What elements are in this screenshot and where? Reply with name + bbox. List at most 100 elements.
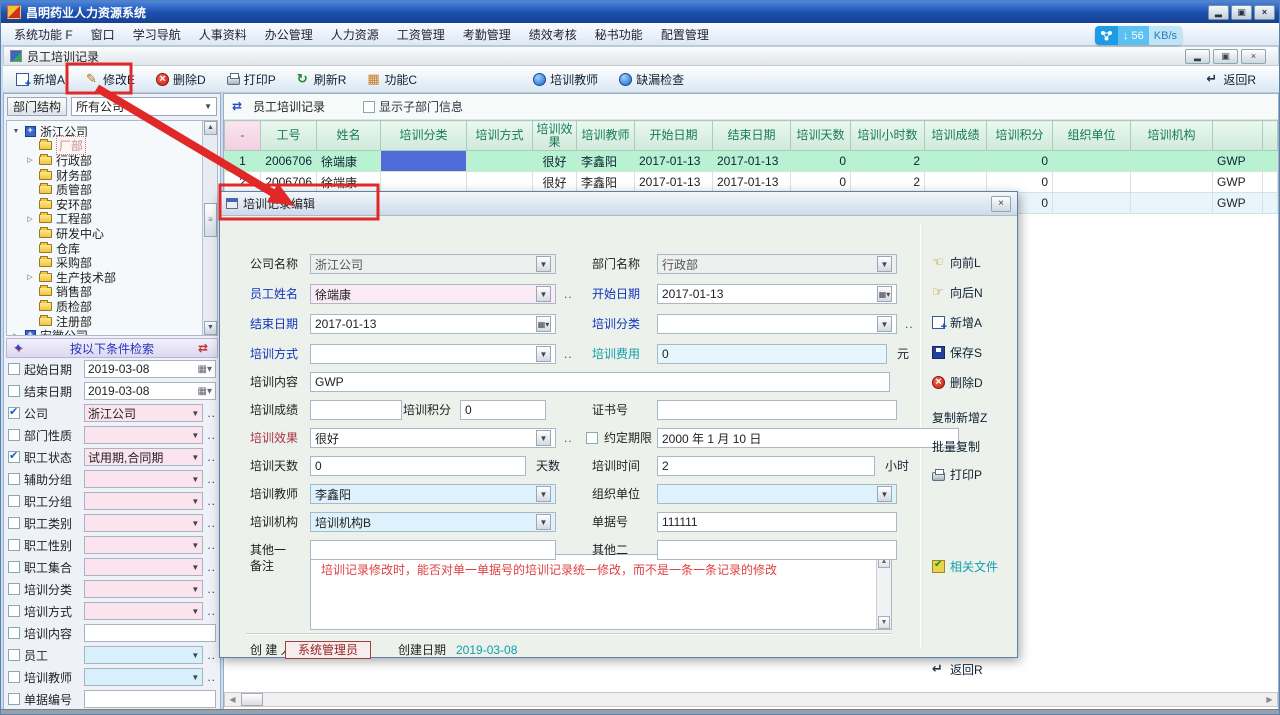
tree-item[interactable]: 注册部 [11,314,217,329]
more-icon[interactable]: .. [207,450,216,464]
search-checkbox[interactable] [8,627,20,639]
search-checkbox[interactable] [8,429,20,441]
table-cell[interactable]: 2 [851,172,925,193]
search-checkbox[interactable] [8,385,20,397]
search-checkbox[interactable] [8,693,20,705]
table-cell[interactable]: GWP [1213,193,1263,214]
table-cell[interactable]: 2006706 [261,151,317,172]
dlg-cert-field[interactable] [657,400,897,420]
more-icon[interactable]: .. [564,428,573,448]
search-checkbox[interactable] [8,539,20,551]
scrollbar-thumb[interactable]: ≡ [204,203,217,237]
dlg-docno-field[interactable]: 111111 [657,512,897,532]
dialog-file-button[interactable]: 相关文件 [932,558,998,575]
table-cell[interactable]: 很好 [533,172,577,193]
dlg-days-field[interactable]: 0 [310,456,526,476]
search-checkbox[interactable] [8,495,20,507]
dialog-back-button[interactable]: 返回R [932,661,983,678]
toolbar-refresh-button[interactable]: 刷新R [294,69,350,90]
search-field[interactable]: ▼ [84,492,203,510]
toolbar-delete-button[interactable]: 删除D [153,69,209,90]
tree-expander-icon[interactable]: ▷ [25,215,35,223]
chevron-down-icon[interactable]: ▼ [877,486,892,502]
dialog-checkbox[interactable] [586,432,598,444]
search-checkbox[interactable] [8,649,20,661]
more-icon[interactable]: .. [207,670,216,684]
search-checkbox[interactable] [8,473,20,485]
table-cell[interactable] [925,151,987,172]
dlg-hours-field[interactable]: 2 [657,456,875,476]
tree-item[interactable]: 质管部 [11,182,217,197]
search-field[interactable]: ▼ [84,602,203,620]
column-header[interactable]: 培训效果 [533,121,577,151]
search-checkbox[interactable] [8,451,20,463]
table-cell[interactable]: 很好 [533,151,577,172]
more-icon[interactable]: .. [905,314,914,334]
search-field[interactable]: 试用期,合同期▼ [84,448,203,466]
dialog-hand-right-button[interactable]: 向后N [932,284,983,301]
search-field[interactable] [84,624,216,642]
show-sub-dept-checkbox[interactable] [363,101,375,113]
search-field[interactable]: ▼ [84,470,203,488]
table-cell[interactable]: 2017-01-13 [713,172,791,193]
tree-item[interactable]: 质检部 [11,299,217,314]
column-header[interactable]: 组织单位 [1053,121,1131,151]
table-cell[interactable]: 李鑫阳 [577,172,635,193]
column-header[interactable]: 培训小时数 [851,121,925,151]
tree-root-item[interactable]: ▷安徽公司 [11,328,217,336]
tree-item[interactable]: 销售部 [11,285,217,300]
tree-expander-icon[interactable]: ▷ [11,332,21,336]
calendar-icon[interactable]: ▦▾ [536,316,551,332]
table-cell[interactable]: 徐端康 [317,172,381,193]
dlg-end-field[interactable]: 2017-01-13▦▾ [310,314,556,334]
dialog-doc-new-button[interactable]: 新增A [932,314,982,331]
dlg-category-field[interactable]: ▼ [657,314,897,334]
menu-item[interactable]: 考勤管理 [454,24,520,45]
column-header[interactable]: 培训方式 [467,121,533,151]
more-icon[interactable]: .. [207,648,216,662]
search-field[interactable]: ▼ [84,536,203,554]
table-cell[interactable]: 李鑫阳 [577,151,635,172]
dlg-score-field[interactable] [310,400,402,420]
scroll-down-icon[interactable]: ▼ [204,321,217,335]
menu-item[interactable]: 人力资源 [322,24,388,45]
table-cell[interactable]: 2017-01-13 [635,151,713,172]
chevron-down-icon[interactable]: ▼ [536,346,551,362]
search-field[interactable]: ▼ [84,646,203,664]
app-maximize-button[interactable]: ▣ [1231,5,1252,20]
tree-item[interactable]: 研发中心 [11,226,217,241]
menu-item[interactable]: 工资管理 [388,24,454,45]
search-field[interactable]: ▼ [84,668,203,686]
table-cell[interactable]: 徐端康 [317,151,381,172]
child-close-button[interactable]: × [1241,49,1266,64]
tree-scrollbar[interactable]: ▲ ≡ ▼ [202,121,217,335]
dialog-copy-button[interactable]: 复制新增Z [932,409,987,426]
toolbar-globe-button[interactable]: 培训教师 [530,69,601,90]
column-header[interactable]: 工号 [261,121,317,151]
tree-item[interactable]: 财务部 [11,168,217,183]
more-icon[interactable]: .. [207,472,216,486]
tree-item[interactable]: 采购部 [11,255,217,270]
toolbar-back-button[interactable]: 返回R [1203,69,1259,90]
menu-item[interactable]: 系统功能 F [5,24,82,45]
table-cell[interactable]: 2 [225,172,261,193]
tree-expander-icon[interactable]: ▷ [25,156,35,164]
column-header[interactable]: 培训教师 [577,121,635,151]
table-cell[interactable] [467,151,533,172]
table-cell[interactable] [381,151,467,172]
search-checkbox[interactable] [8,363,20,375]
table-cell[interactable]: 2 [851,151,925,172]
child-restore-button[interactable]: ▣ [1213,49,1238,64]
search-checkbox[interactable] [8,561,20,573]
table-cell[interactable]: 2017-01-13 [713,151,791,172]
search-field[interactable]: 2019-03-08▦▾ [84,360,216,378]
search-checkbox[interactable] [8,517,20,529]
toolbar-print-button[interactable]: 打印P [224,69,279,90]
table-cell[interactable] [925,172,987,193]
search-checkbox[interactable] [8,407,20,419]
table-cell[interactable] [1053,151,1131,172]
column-header[interactable]: 开始日期 [635,121,713,151]
chevron-down-icon[interactable]: ▼ [877,316,892,332]
menu-item[interactable]: 秘书功能 [586,24,652,45]
dlg-teacher-field[interactable]: 李鑫阳▼ [310,484,556,504]
